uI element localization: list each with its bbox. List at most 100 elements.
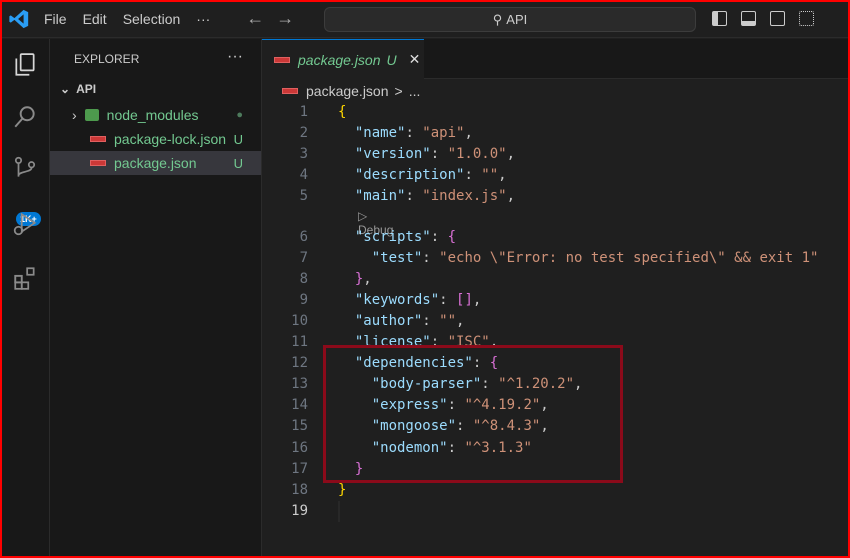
untracked-status: U [233, 131, 243, 147]
code-token: "" [481, 167, 499, 184]
modified-dot: ● [236, 109, 243, 121]
explorer-files-icon[interactable] [12, 52, 38, 78]
code-line: "scripts": { [338, 227, 456, 248]
npm-file-icon [274, 56, 290, 63]
code-line: "version": "1.0.0", [338, 144, 515, 165]
line-number: 3 [299, 146, 308, 163]
menu-edit[interactable]: Edit [83, 11, 107, 27]
line-number: 9 [299, 291, 308, 308]
tree-item-package-lock[interactable]: package-lock.json U [50, 127, 261, 151]
code-token: } [338, 270, 364, 287]
search-icon[interactable] [12, 104, 38, 130]
forward-arrow-icon[interactable]: → [276, 8, 294, 29]
breadcrumb-file[interactable]: package.json [306, 83, 389, 99]
code-token: : [405, 188, 423, 205]
line-number: 11 [291, 334, 308, 350]
code-token: } [338, 481, 347, 498]
code-token: "echo \"Error: no test specified\" && ex… [439, 249, 819, 266]
explorer-more-button[interactable]: ··· [227, 48, 243, 66]
breadcrumb-symbol[interactable]: ... [409, 83, 421, 99]
menu-selection[interactable]: Selection [123, 11, 181, 27]
code-line: "keywords": [], [338, 290, 481, 311]
folder-label: API [76, 82, 97, 96]
source-control-icon[interactable] [12, 155, 38, 181]
highlight-box [323, 345, 623, 483]
line-number: 15 [291, 418, 308, 435]
toggle-sidebar-icon[interactable] [712, 11, 727, 26]
toggle-secondary-sidebar-icon[interactable] [770, 11, 785, 26]
code-token: { [447, 228, 457, 245]
breadcrumb-separator: > [394, 83, 403, 99]
line-number: 14 [291, 397, 308, 414]
code-token: , [506, 188, 516, 205]
line-number: 18 [291, 481, 308, 498]
close-icon[interactable]: ✕ [409, 51, 421, 68]
code-line: "author": "", [338, 311, 465, 332]
tab-package-json[interactable]: package.json U ✕ [262, 39, 424, 79]
code-line: { [338, 102, 346, 123]
line-number: 10 [291, 312, 308, 329]
vscode-logo-icon [9, 9, 29, 28]
code-token: , [456, 312, 465, 329]
title-bar: File Edit Selection ··· ← → ⚲ API [0, 0, 850, 38]
code-token: "" [439, 312, 457, 329]
line-number: 4 [299, 167, 308, 184]
code-token: [] [456, 291, 473, 308]
untracked-status: U [233, 155, 243, 171]
code-token: "api" [422, 125, 465, 142]
line-number: 2 [299, 125, 308, 142]
command-center-search[interactable]: ⚲ API [324, 7, 696, 32]
run-debug-icon[interactable] [12, 211, 38, 237]
code-token: "main" [338, 188, 406, 205]
code-token: , [464, 125, 473, 142]
node-folder-icon [84, 109, 99, 121]
customize-layout-icon[interactable] [799, 11, 814, 26]
line-number: 8 [299, 270, 308, 287]
code-token: : [430, 228, 448, 245]
line-number: 7 [299, 249, 308, 266]
tree-item-node-modules[interactable]: › node_modules ● [50, 103, 261, 127]
code-token: "keywords" [338, 291, 440, 308]
code-token: , [363, 270, 372, 287]
code-token: , [498, 167, 507, 184]
line-number: 13 [291, 376, 308, 393]
code-token: "version" [338, 146, 431, 163]
code-token: "description" [338, 167, 465, 184]
line-number: 1 [299, 104, 308, 120]
tree-item-label: package.json [114, 155, 197, 171]
tree-item-label: node_modules [106, 107, 199, 123]
tree-item-package-json[interactable]: package.json U [50, 151, 261, 175]
code-line: "main": "index.js", [338, 186, 515, 207]
search-icon: ⚲ [492, 11, 503, 27]
menu-file[interactable]: File [44, 11, 67, 27]
code-line: }, [338, 269, 372, 290]
current-line-highlight [338, 500, 340, 522]
explorer-title: EXPLORER [74, 52, 140, 66]
menu-more[interactable]: ··· [196, 11, 210, 27]
code-line: "test": "echo \"Error: no test specified… [338, 248, 819, 269]
toggle-panel-icon[interactable] [741, 11, 756, 26]
activity-bar: 1K+ [0, 39, 50, 558]
back-arrow-icon[interactable]: ← [246, 8, 264, 29]
folder-api[interactable]: ⌄ API [50, 77, 261, 101]
tree-item-label: package-lock.json [114, 131, 227, 147]
tab-label: package.json [298, 51, 381, 68]
code-line: "description": "", [338, 165, 507, 186]
code-token: : [405, 125, 423, 142]
code-token: "name" [338, 125, 406, 142]
line-number: 5 [299, 188, 308, 205]
tab-bar: package.json U ✕ [262, 39, 850, 79]
line-number: 12 [291, 355, 308, 372]
code-token: "1.0.0" [447, 146, 507, 163]
line-number: 17 [291, 460, 308, 477]
code-token: : [439, 291, 457, 308]
code-token: : [422, 312, 440, 329]
breadcrumb: package.json > ... [282, 83, 420, 99]
npm-file-icon [282, 88, 298, 94]
code-token: , [506, 146, 516, 163]
code-token: : [430, 146, 448, 163]
chevron-down-icon: ⌄ [60, 82, 71, 96]
line-number: 16 [291, 439, 308, 456]
code-token: { [338, 104, 347, 120]
extensions-icon[interactable] [12, 265, 38, 291]
